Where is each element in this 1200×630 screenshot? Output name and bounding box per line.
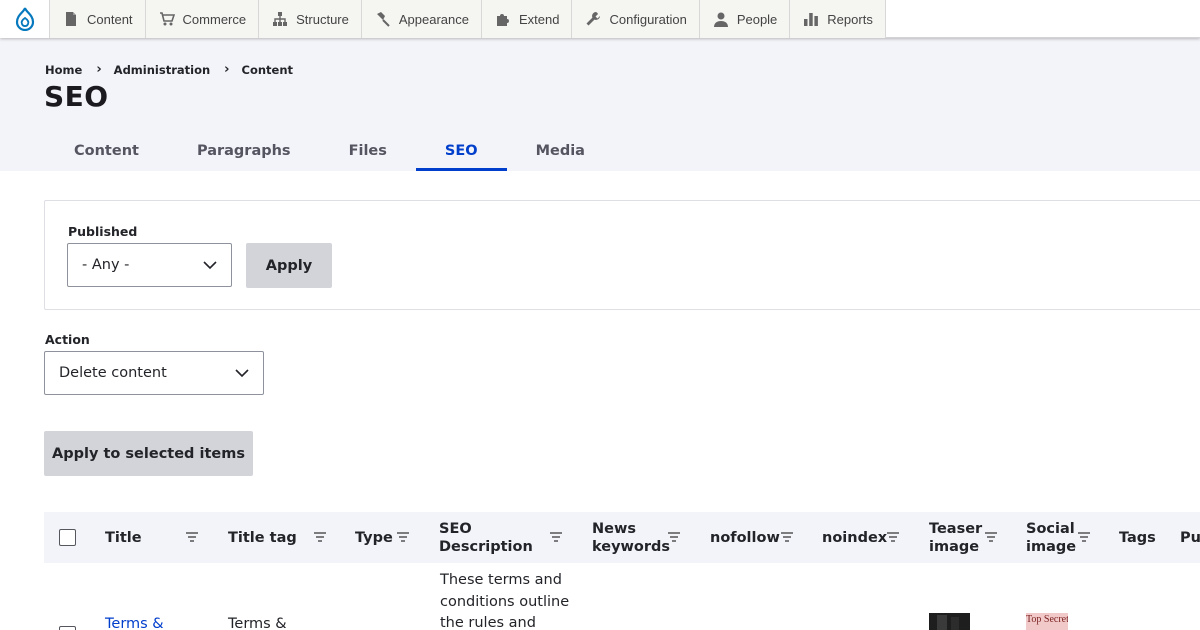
admin-toolbar: Content Commerce Structure Appearance Ex…	[0, 0, 1200, 38]
published-select-value: - Any -	[82, 257, 130, 273]
header-published[interactable]: Pu	[1180, 512, 1200, 563]
tab-paragraphs[interactable]: Paragraphs	[168, 130, 320, 171]
header-tags[interactable]: Tags	[1119, 512, 1156, 563]
page-title: SEO	[44, 80, 109, 113]
sort-icon	[985, 532, 997, 542]
page-header: Home › Administration › Content SEO Cont…	[0, 38, 1200, 171]
action-select[interactable]: Delete content	[44, 351, 264, 395]
row-checkbox[interactable]	[59, 626, 76, 630]
toolbar-item-appearance[interactable]: Appearance	[361, 0, 482, 38]
filter-form: Published - Any - Apply	[44, 200, 1200, 310]
social-image-thumbnail[interactable]: Top Secret	[1026, 613, 1068, 630]
published-label: Published	[68, 224, 138, 239]
action-select-value: Delete content	[59, 365, 167, 381]
tab-files[interactable]: Files	[320, 130, 416, 171]
header-social-image[interactable]: Social image	[1026, 512, 1076, 563]
breadcrumb: Home › Administration › Content	[45, 62, 293, 77]
tab-content[interactable]: Content	[45, 130, 168, 171]
person-icon	[712, 10, 730, 28]
bar-chart-icon	[802, 10, 820, 28]
row-seo-description: These terms and conditions outline the r…	[440, 572, 570, 630]
drupal-logo-icon[interactable]	[0, 0, 50, 38]
sort-icon	[781, 532, 793, 542]
chevron-right-icon: ›	[224, 62, 230, 77]
select-all-checkbox[interactable]	[59, 529, 76, 546]
social-image-caption: Top Secret	[1026, 614, 1068, 625]
sort-icon	[668, 532, 680, 542]
chevron-down-icon	[235, 369, 249, 378]
sitemap-icon	[271, 10, 289, 28]
toolbar-item-commerce[interactable]: Commerce	[145, 0, 260, 38]
header-noindex[interactable]: noindex	[822, 512, 887, 563]
sort-icon	[397, 532, 409, 542]
breadcrumb-home[interactable]: Home	[45, 63, 82, 77]
header-seo-description[interactable]: SEO Description	[439, 512, 533, 563]
published-select[interactable]: - Any -	[67, 243, 232, 287]
sort-icon	[186, 532, 198, 542]
brush-icon	[374, 10, 392, 28]
toolbar-item-configuration[interactable]: Configuration	[572, 0, 700, 38]
sort-icon	[887, 532, 899, 542]
toolbar-item-extend[interactable]: Extend	[482, 0, 573, 38]
chevron-down-icon	[203, 261, 217, 270]
action-label: Action	[45, 332, 90, 347]
row-title-tag: Terms &	[228, 616, 287, 630]
wrench-icon	[584, 10, 602, 28]
table-header: Title Title tag Type SEO Description New…	[44, 512, 1200, 563]
header-title[interactable]: Title	[105, 512, 142, 563]
tab-seo[interactable]: SEO	[415, 130, 507, 171]
filter-apply-button[interactable]: Apply	[246, 243, 332, 288]
breadcrumb-content[interactable]: Content	[242, 63, 294, 77]
header-news-keywords[interactable]: News keywords	[592, 512, 670, 563]
cart-icon	[158, 10, 176, 28]
toolbar-item-reports[interactable]: Reports	[790, 0, 886, 38]
header-title-tag[interactable]: Title tag	[228, 512, 297, 563]
header-nofollow[interactable]: nofollow	[710, 512, 780, 563]
tab-media[interactable]: Media	[507, 130, 614, 171]
breadcrumb-administration[interactable]: Administration	[114, 63, 211, 77]
primary-tabs: Content Paragraphs Files SEO Media	[45, 130, 614, 171]
teaser-image-thumbnail[interactable]	[929, 613, 970, 630]
toolbar-item-structure[interactable]: Structure	[259, 0, 362, 38]
sort-icon	[550, 532, 562, 542]
apply-to-selected-button[interactable]: Apply to selected items	[44, 431, 253, 476]
row-title-link[interactable]: Terms &	[105, 614, 164, 630]
toolbar-item-people[interactable]: People	[699, 0, 791, 38]
sort-icon	[1078, 532, 1090, 542]
header-type[interactable]: Type	[355, 512, 393, 563]
chevron-right-icon: ›	[96, 62, 102, 77]
sort-icon	[314, 532, 326, 542]
toolbar-item-content[interactable]: Content	[50, 0, 146, 38]
puzzle-icon	[494, 10, 512, 28]
header-teaser-image[interactable]: Teaser image	[929, 512, 985, 563]
document-icon	[62, 10, 80, 28]
